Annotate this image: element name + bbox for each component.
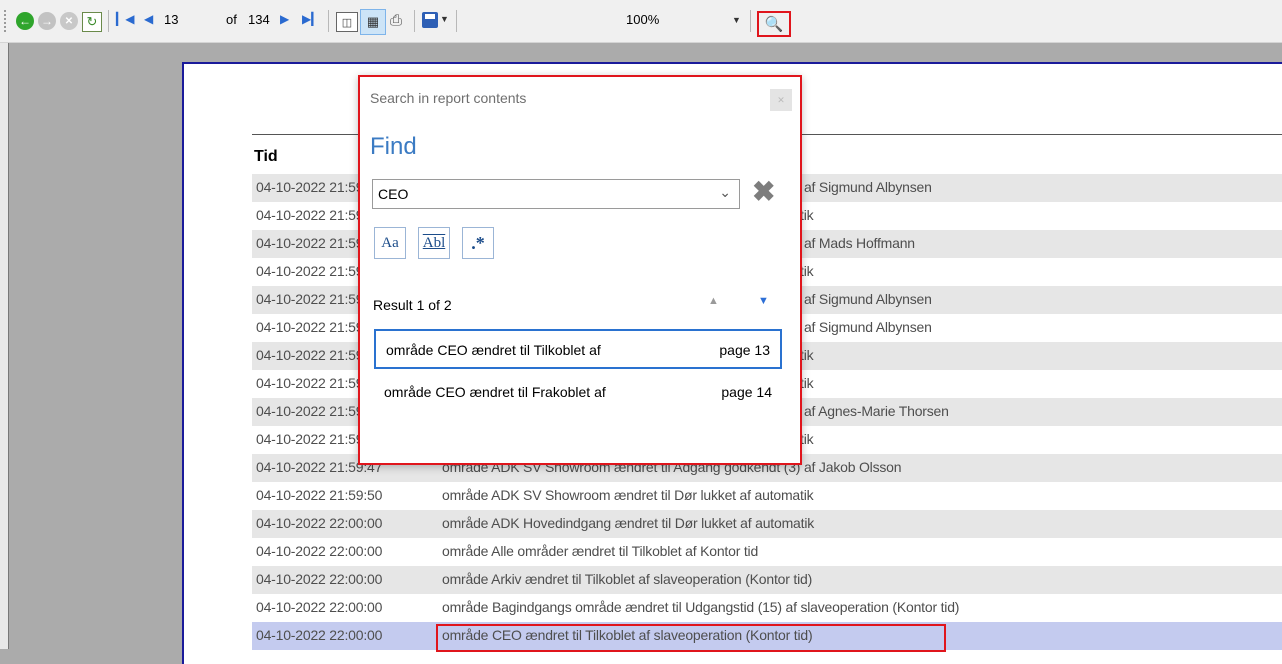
row-time: 04-10-2022 22:00:00 bbox=[256, 515, 383, 531]
magnifier-icon: 🔍 bbox=[764, 16, 784, 33]
page-of-label: of bbox=[226, 12, 237, 27]
toolbar-separator bbox=[328, 10, 329, 32]
whole-word-icon: Abl bbox=[422, 234, 446, 251]
chevron-down-icon[interactable]: ⌄ bbox=[719, 184, 731, 201]
search-result-item[interactable]: område CEO ændret til Frakoblet af page … bbox=[374, 373, 782, 413]
book-icon: ◫ bbox=[341, 16, 353, 29]
export-dropdown-arrow[interactable]: ▼ bbox=[440, 14, 449, 24]
popup-close-button[interactable]: ✕ bbox=[770, 89, 792, 111]
result-text: område CEO ændret til Frakoblet af bbox=[384, 384, 606, 400]
print-button[interactable]: ⎙ bbox=[390, 12, 402, 29]
row-time: 04-10-2022 22:00:00 bbox=[256, 543, 383, 559]
search-result-item[interactable]: område CEO ændret til Tilkoblet af page … bbox=[374, 329, 782, 369]
table-row: 04-10-2022 22:00:00 område CEO ændret til… bbox=[252, 622, 1282, 650]
back-button[interactable]: ← bbox=[16, 12, 34, 30]
column-header-tid: Tid bbox=[254, 148, 278, 165]
table-row: 04-10-2022 22:00:00 område ADK Hovedindga… bbox=[252, 510, 1282, 538]
first-page-icon: ▎◀ bbox=[116, 12, 135, 26]
clear-search-button[interactable]: ✖ bbox=[752, 177, 775, 207]
left-panel-edge bbox=[0, 43, 9, 649]
triangle-up-icon: ▲ bbox=[708, 295, 719, 307]
zoom-select[interactable]: 100% bbox=[626, 12, 659, 27]
previous-result-button[interactable]: ▲ bbox=[708, 295, 719, 307]
refresh-button[interactable]: ↻ bbox=[82, 12, 102, 32]
document-map-button[interactable]: ◫ bbox=[336, 12, 358, 32]
triangle-down-icon: ▼ bbox=[758, 295, 769, 307]
result-text: område CEO ændret til Tilkoblet af bbox=[386, 342, 601, 358]
table-row: 04-10-2022 22:00:00 område Bagindgangs om… bbox=[252, 594, 1282, 622]
forward-arrow-icon: → bbox=[38, 12, 56, 30]
row-description: område ADK SV Showroom ændret til Dør lu… bbox=[442, 487, 814, 503]
first-page-button[interactable]: ▎◀ bbox=[116, 12, 134, 26]
print-layout-button[interactable]: ▦ bbox=[360, 9, 386, 35]
export-button[interactable] bbox=[422, 12, 438, 28]
row-time: 04-10-2022 22:00:00 bbox=[256, 627, 383, 643]
whole-word-toggle[interactable]: Abl bbox=[418, 227, 450, 259]
previous-page-button[interactable]: ◀ bbox=[144, 12, 153, 26]
regex-icon: .* bbox=[471, 232, 485, 253]
row-description: område Alle områder ændret til Tilkoblet… bbox=[442, 543, 759, 559]
forward-button[interactable]: → bbox=[38, 12, 56, 30]
search-popup: Search in report contents ✕ Find CEO ⌄ ✖… bbox=[358, 75, 802, 465]
next-result-button[interactable]: ▼ bbox=[758, 295, 769, 307]
toolbar-separator bbox=[456, 10, 457, 32]
row-time: 04-10-2022 21:59:50 bbox=[256, 487, 383, 503]
toolbar-separator bbox=[108, 10, 109, 32]
toolbar-grip[interactable] bbox=[4, 10, 9, 32]
save-disk-icon bbox=[422, 12, 438, 28]
stop-button[interactable]: ✕ bbox=[60, 12, 78, 30]
search-input-value: CEO bbox=[378, 186, 409, 202]
match-case-toggle[interactable]: Aa bbox=[374, 227, 406, 259]
page-total-label: 134 bbox=[248, 12, 270, 27]
search-input[interactable]: CEO ⌄ bbox=[372, 179, 740, 209]
row-description: område CEO ændret til Tilkoblet af slave… bbox=[442, 627, 813, 643]
table-row: 04-10-2022 21:59:50 område ADK SV Showroo… bbox=[252, 482, 1282, 510]
table-row: 04-10-2022 22:00:00 område Alle områder æ… bbox=[252, 538, 1282, 566]
popup-title: Search in report contents bbox=[370, 90, 527, 106]
last-page-button[interactable]: ▶▎ bbox=[302, 12, 320, 26]
last-page-icon: ▶▎ bbox=[302, 12, 321, 26]
page-number-input[interactable]: 13 bbox=[164, 12, 224, 27]
previous-page-icon: ◀ bbox=[144, 12, 154, 26]
print-layout-icon: ▦ bbox=[366, 14, 380, 29]
regex-toggle[interactable]: .* bbox=[462, 227, 494, 259]
find-button[interactable]: 🔍 bbox=[757, 11, 791, 37]
stop-icon: ✕ bbox=[60, 12, 78, 30]
result-count: Result 1 of 2 bbox=[373, 297, 452, 313]
printer-icon: ⎙ bbox=[390, 12, 403, 29]
table-row: 04-10-2022 22:00:00 område Arkiv ændret t… bbox=[252, 566, 1282, 594]
match-case-icon: Aa bbox=[381, 234, 399, 251]
row-time: 04-10-2022 22:00:00 bbox=[256, 571, 383, 587]
refresh-icon: ↻ bbox=[86, 14, 98, 29]
row-time: 04-10-2022 22:00:00 bbox=[256, 599, 383, 615]
clear-x-icon: ✖ bbox=[752, 176, 776, 207]
toolbar-separator bbox=[414, 10, 415, 32]
row-description: område Arkiv ændret til Tilkoblet af sla… bbox=[442, 571, 813, 587]
toolbar-separator bbox=[750, 10, 751, 32]
close-icon: ✕ bbox=[777, 94, 785, 105]
result-page: page 13 bbox=[719, 342, 770, 358]
next-page-icon: ▶ bbox=[280, 12, 290, 26]
row-description: område ADK Hovedindgang ændret til Dør l… bbox=[442, 515, 815, 531]
result-page: page 14 bbox=[721, 384, 772, 400]
report-toolbar: ← → ✕ ↻ ▎◀ ◀ 13 of 134 ▶ ▶▎ ◫ ▦ ⎙ ▼ 100%… bbox=[0, 0, 1282, 43]
zoom-dropdown-arrow[interactable]: ▼ bbox=[732, 15, 741, 25]
find-heading: Find bbox=[370, 133, 417, 160]
next-page-button[interactable]: ▶ bbox=[280, 12, 289, 26]
back-arrow-icon: ← bbox=[16, 12, 34, 30]
row-description: område Bagindgangs område ændret til Udg… bbox=[442, 599, 960, 615]
